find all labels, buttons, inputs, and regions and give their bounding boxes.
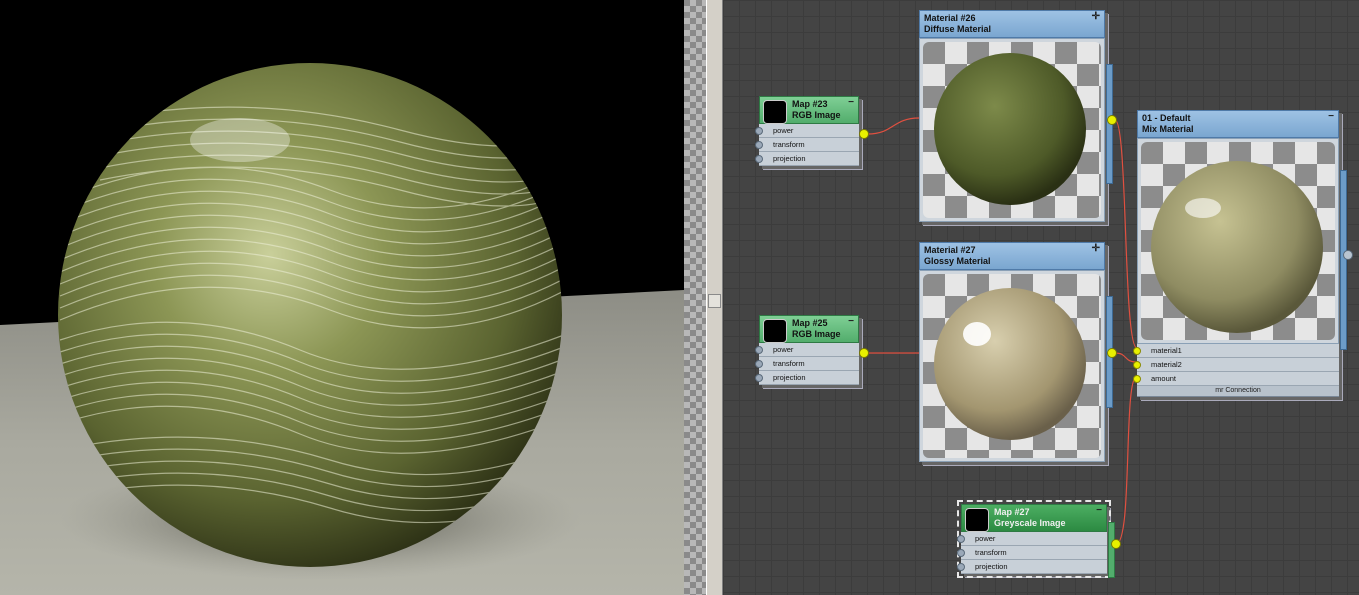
render-viewport[interactable] [0, 0, 684, 595]
map-thumbnail [763, 100, 787, 124]
input-socket[interactable] [957, 549, 965, 557]
input-socket[interactable] [755, 346, 763, 354]
node-map-23[interactable]: Map #23 RGB Image − power transform proj… [755, 96, 869, 166]
node-title: Material #27 [924, 245, 976, 255]
render-image [0, 63, 684, 595]
splitter-handle[interactable] [708, 294, 721, 308]
node-title: Map #25 [792, 318, 828, 328]
node-type: Mix Material [1142, 124, 1194, 134]
input-socket[interactable] [755, 127, 763, 135]
node-material-27[interactable]: Material #27 Glossy Material ✛ [919, 242, 1117, 462]
output-tab [1108, 522, 1115, 578]
slot-label: material1 [1151, 346, 1182, 355]
input-socket[interactable] [1133, 375, 1141, 383]
slot-transform[interactable]: transform [957, 546, 1107, 560]
node-header[interactable]: Material #27 Glossy Material ✛ [919, 242, 1105, 270]
node-title: Map #23 [792, 99, 828, 109]
input-socket[interactable] [957, 563, 965, 571]
input-socket[interactable] [755, 360, 763, 368]
map-thumbnail [965, 508, 989, 532]
input-socket[interactable] [957, 535, 965, 543]
slot-label: transform [773, 140, 805, 149]
node-material-26[interactable]: Material #26 Diffuse Material ✛ [919, 10, 1117, 222]
input-socket[interactable] [755, 374, 763, 382]
node-title: Material #26 [924, 13, 976, 23]
map-thumbnail [763, 319, 787, 343]
node-type: Diffuse Material [924, 24, 992, 34]
slot-label: power [773, 126, 794, 135]
slot-label: projection [773, 154, 806, 163]
node-type: Glossy Material [924, 256, 991, 266]
node-type: RGB Image [792, 110, 841, 120]
minus-icon[interactable]: − [1096, 505, 1102, 516]
slot-material1[interactable]: material1 [1133, 344, 1339, 358]
slot-projection[interactable]: projection [755, 152, 859, 166]
node-header[interactable]: Map #27 Greyscale Image − [961, 504, 1107, 532]
output-socket[interactable] [1107, 115, 1117, 125]
node-title: Map #27 [994, 507, 1030, 517]
output-socket[interactable] [1343, 250, 1353, 260]
slot-projection[interactable]: projection [957, 560, 1107, 574]
node-header[interactable]: Map #23 RGB Image − [759, 96, 859, 124]
slot-transform[interactable]: transform [755, 357, 859, 371]
minus-icon[interactable]: − [848, 316, 854, 327]
viewport-checker-edge [684, 0, 706, 595]
slot-label: amount [1151, 374, 1177, 383]
node-footer[interactable]: mr Connection [1137, 386, 1339, 397]
slot-label: transform [975, 548, 1007, 557]
output-socket[interactable] [1107, 348, 1117, 358]
slot-label: power [773, 345, 794, 354]
panel-splitter[interactable] [706, 0, 723, 595]
slot-label: projection [773, 373, 806, 382]
material-preview [919, 38, 1105, 222]
node-map-25[interactable]: Map #25 RGB Image − power transform proj… [755, 315, 869, 385]
output-socket[interactable] [1111, 539, 1121, 549]
minus-icon[interactable]: − [848, 97, 854, 108]
slot-amount[interactable]: amount [1133, 372, 1339, 386]
slot-label: power [975, 534, 996, 543]
plus-icon[interactable]: ✛ [1092, 11, 1100, 22]
node-map-27[interactable]: Map #27 Greyscale Image − power transfor… [957, 500, 1121, 578]
slot-label: projection [975, 562, 1008, 571]
node-type: RGB Image [792, 329, 841, 339]
input-socket[interactable] [1133, 361, 1141, 369]
node-graph-canvas[interactable]: Map #23 RGB Image − power transform proj… [723, 0, 1359, 595]
slot-label: transform [773, 359, 805, 368]
slot-label: material2 [1151, 360, 1182, 369]
slot-power[interactable]: power [755, 343, 859, 357]
material-preview [919, 270, 1105, 462]
output-socket[interactable] [859, 129, 869, 139]
output-socket[interactable] [859, 348, 869, 358]
material-preview [1137, 138, 1339, 344]
minus-icon[interactable]: − [1328, 111, 1334, 122]
slot-projection[interactable]: projection [755, 371, 859, 385]
slot-power[interactable]: power [755, 124, 859, 138]
output-tab [1340, 170, 1347, 350]
slot-transform[interactable]: transform [755, 138, 859, 152]
node-header[interactable]: Material #26 Diffuse Material ✛ [919, 10, 1105, 38]
node-title: 01 - Default [1142, 113, 1191, 123]
plus-icon[interactable]: ✛ [1092, 243, 1100, 254]
node-header[interactable]: 01 - Default Mix Material − [1137, 110, 1339, 138]
input-socket[interactable] [1133, 347, 1141, 355]
slot-power[interactable]: power [957, 532, 1107, 546]
node-header[interactable]: Map #25 RGB Image − [759, 315, 859, 343]
node-mix-material[interactable]: 01 - Default Mix Material − material1 ma… [1133, 110, 1353, 397]
input-socket[interactable] [755, 141, 763, 149]
node-type: Greyscale Image [994, 518, 1066, 528]
input-socket[interactable] [755, 155, 763, 163]
slot-material2[interactable]: material2 [1133, 358, 1339, 372]
